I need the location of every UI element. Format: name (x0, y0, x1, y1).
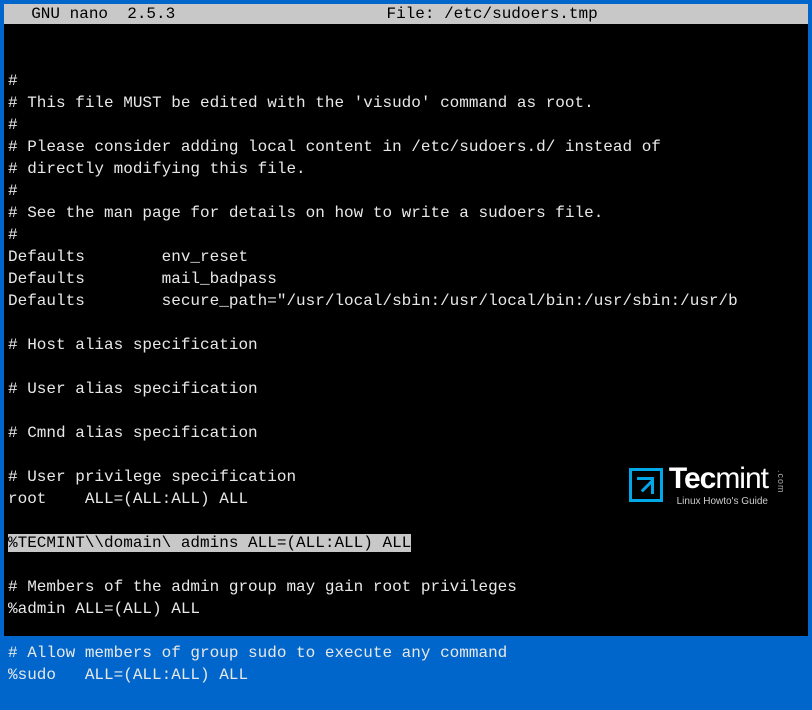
watermark-dotcom: .com (776, 470, 786, 494)
line: # User alias specification (8, 380, 258, 398)
brand-light: mint (715, 462, 768, 495)
tecmint-logo-icon (629, 468, 663, 502)
line: # See the man page for details on how to… (8, 204, 603, 222)
line: Defaults mail_badpass (8, 270, 277, 288)
editor-content[interactable]: # # This file MUST be edited with the 'v… (4, 24, 808, 710)
file-path: File: /etc/sudoers.tmp (386, 4, 597, 24)
watermark-text: Tecmint Linux Howto's Guide (669, 464, 768, 507)
line: # (8, 72, 18, 90)
line: # User privilege specification (8, 468, 296, 486)
watermark-brand: Tecmint (669, 464, 768, 494)
watermark-tagline: Linux Howto's Guide (669, 496, 768, 507)
line: %sudo ALL=(ALL:ALL) ALL (8, 666, 248, 684)
line: # This file MUST be edited with the 'vis… (8, 94, 594, 112)
tecmint-watermark: Tecmint Linux Howto's Guide .com (629, 464, 786, 507)
line: # Please consider adding local content i… (8, 138, 661, 156)
line: # (8, 226, 18, 244)
line: Defaults env_reset (8, 248, 248, 266)
line: # directly modifying this file. (8, 160, 306, 178)
window-border: GNU nano 2.5.3 File: /etc/sudoers.tmp # … (0, 0, 812, 640)
line: Defaults secure_path="/usr/local/sbin:/u… (8, 292, 738, 310)
brand-bold: Tec (669, 462, 715, 495)
line: # Cmnd alias specification (8, 424, 258, 442)
line: %admin ALL=(ALL) ALL (8, 600, 200, 618)
line: root ALL=(ALL:ALL) ALL (8, 490, 248, 508)
highlighted-line: %TECMINT\\domain\ admins ALL=(ALL:ALL) A… (8, 534, 411, 552)
line: # (8, 116, 18, 134)
header-spacer (175, 4, 386, 24)
nano-header: GNU nano 2.5.3 File: /etc/sudoers.tmp (4, 4, 808, 24)
app-name: GNU nano 2.5.3 (12, 4, 175, 24)
line: # Host alias specification (8, 336, 258, 354)
line: # Members of the admin group may gain ro… (8, 578, 517, 596)
terminal-window: GNU nano 2.5.3 File: /etc/sudoers.tmp # … (4, 4, 808, 636)
line: # (8, 182, 18, 200)
line: # Allow members of group sudo to execute… (8, 644, 507, 662)
